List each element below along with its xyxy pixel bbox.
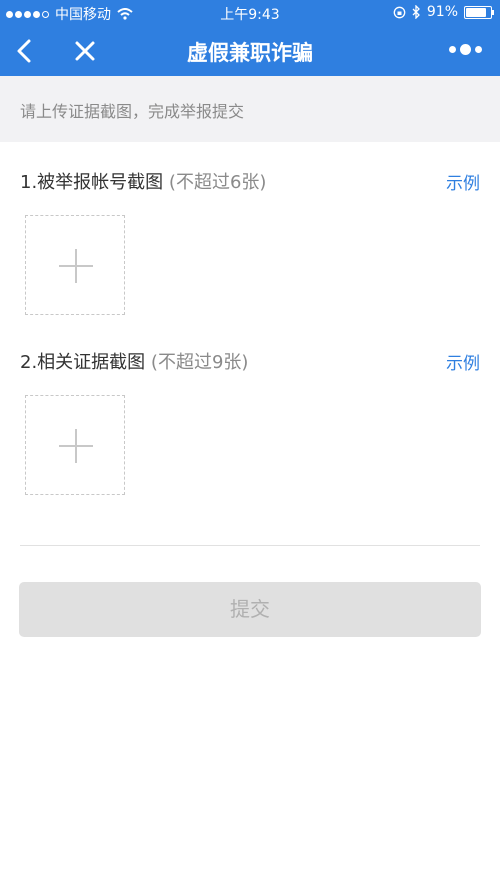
battery-fill (466, 7, 486, 17)
example-link[interactable]: 示例 (446, 169, 480, 194)
submit-button[interactable]: 提交 (19, 582, 481, 637)
more-options-icon[interactable] (449, 44, 482, 55)
battery-icon (464, 5, 494, 19)
section-title-account-screenshots: 1.被举报帐号截图 (不超过6张) (20, 168, 266, 194)
section-title-text: 2.相关证据截图 (20, 352, 146, 373)
section-title-evidence-screenshots: 2.相关证据截图 (不超过9张) (20, 348, 248, 374)
rotation-lock-icon (393, 6, 406, 18)
section-limit-hint: (不超过6张) (168, 172, 267, 193)
plus-icon (59, 249, 93, 283)
example-link[interactable]: 示例 (446, 349, 480, 374)
status-bar: 中国移动 上午9:43 91% (0, 0, 500, 26)
section-title-text: 1.被举报帐号截图 (20, 172, 164, 193)
page-title: 虚假兼职诈骗 (187, 41, 313, 65)
nav-bar: 虚假兼职诈骗 (0, 26, 500, 76)
upload-image-button[interactable] (25, 215, 125, 315)
notice-banner: 请上传证据截图，完成举报提交 (0, 76, 500, 142)
bluetooth-icon (412, 5, 420, 19)
divider (20, 545, 480, 546)
notice-text: 请上传证据截图，完成举报提交 (20, 102, 245, 121)
section-limit-hint: (不超过9张) (150, 352, 249, 373)
plus-icon (59, 429, 93, 463)
battery-percent: 91% (426, 4, 458, 20)
upload-image-button[interactable] (25, 395, 125, 495)
status-right: 91% (393, 4, 494, 20)
